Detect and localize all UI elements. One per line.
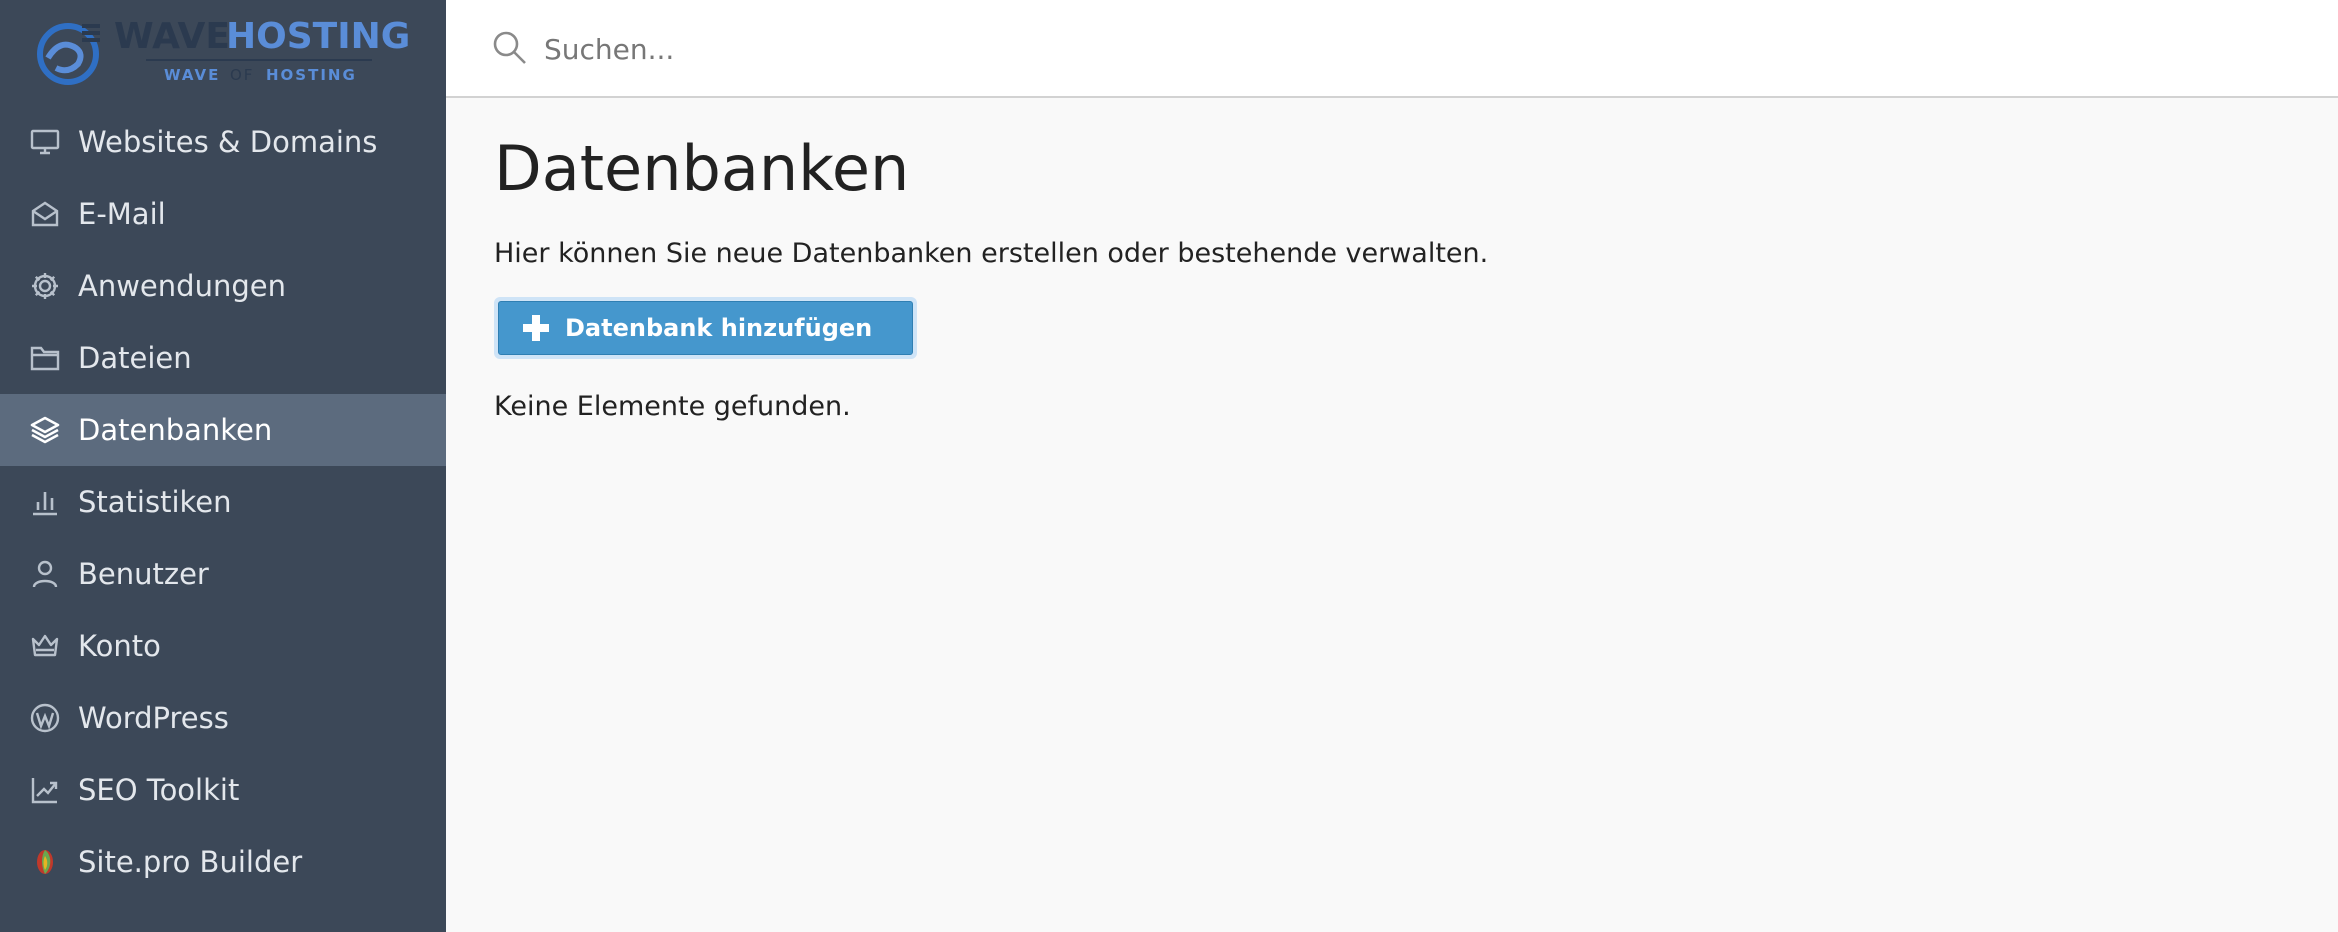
user-icon xyxy=(28,557,62,591)
sidebar-item-seo-toolkit[interactable]: SEO Toolkit xyxy=(0,754,446,826)
monitor-icon xyxy=(28,125,62,159)
sidebar-item-label: Statistiken xyxy=(78,485,232,519)
logo-word-2: HOSTING xyxy=(226,18,410,57)
folder-icon xyxy=(28,341,62,375)
logo-tagline-2: OF xyxy=(230,66,254,84)
crown-icon xyxy=(28,629,62,663)
sidebar-item-label: Site.pro Builder xyxy=(78,845,303,879)
wordpress-icon xyxy=(28,701,62,735)
main-content: Datenbanken Hier können Sie neue Datenba… xyxy=(494,130,1488,422)
sidebar-item-label: Benutzer xyxy=(78,557,209,591)
plus-icon xyxy=(523,315,549,341)
gear-icon xyxy=(28,269,62,303)
sidebar-item-wordpress[interactable]: WordPress xyxy=(0,682,446,754)
trend-chart-icon xyxy=(28,773,62,807)
sidebar-item-label: Datenbanken xyxy=(78,413,273,447)
sidebar-item-label: Websites & Domains xyxy=(78,125,378,159)
top-search-bar xyxy=(446,0,2338,98)
sidebar-item-applications[interactable]: Anwendungen xyxy=(0,250,446,322)
search-input[interactable] xyxy=(542,22,2246,76)
add-database-button[interactable]: Datenbank hinzufügen xyxy=(498,301,914,355)
sidebar-item-users[interactable]: Benutzer xyxy=(0,538,446,610)
bar-chart-icon xyxy=(28,485,62,519)
sidebar-item-label: Anwendungen xyxy=(78,269,286,303)
sidebar-item-label: Dateien xyxy=(78,341,192,375)
layers-icon xyxy=(28,413,62,447)
wavehosting-logo[interactable]: WAVE HOSTING WAVE OF HOSTING xyxy=(34,18,414,88)
sidebar-item-sitepro-builder[interactable]: Site.pro Builder xyxy=(0,826,446,898)
envelope-icon xyxy=(28,197,62,231)
sidebar-nav: Websites & Domains E-Mail Anwendungen Da… xyxy=(0,106,446,898)
empty-state-message: Keine Elemente gefunden. xyxy=(494,391,851,422)
page-title: Datenbanken xyxy=(494,132,910,205)
sidebar-item-email[interactable]: E-Mail xyxy=(0,178,446,250)
search-icon xyxy=(493,31,526,64)
add-database-button-focus-ring: Datenbank hinzufügen xyxy=(494,297,918,359)
sidebar-item-label: SEO Toolkit xyxy=(78,773,240,807)
sidebar-item-account[interactable]: Konto xyxy=(0,610,446,682)
sidebar-item-label: E-Mail xyxy=(78,197,166,231)
logo-tagline-3: HOSTING xyxy=(266,66,357,84)
sidebar-item-statistics[interactable]: Statistiken xyxy=(0,466,446,538)
sidebar-item-label: Konto xyxy=(78,629,161,663)
sidebar: WAVE HOSTING WAVE OF HOSTING Websites & … xyxy=(0,0,446,932)
sidebar-item-label: WordPress xyxy=(78,701,229,735)
logo-tagline-1: WAVE xyxy=(164,66,220,84)
add-database-label: Datenbank hinzufügen xyxy=(565,314,873,342)
sidebar-item-files[interactable]: Dateien xyxy=(0,322,446,394)
logo-word-1: WAVE xyxy=(114,18,230,57)
sitepro-icon xyxy=(28,845,62,879)
page-description: Hier können Sie neue Datenbanken erstell… xyxy=(494,238,1489,269)
sidebar-item-databases[interactable]: Datenbanken xyxy=(0,394,446,466)
sidebar-item-websites-domains[interactable]: Websites & Domains xyxy=(0,106,446,178)
